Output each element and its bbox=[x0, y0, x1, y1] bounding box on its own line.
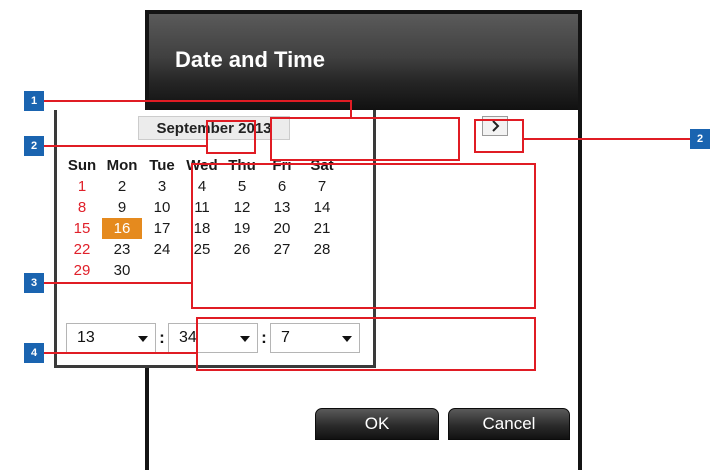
day-cell[interactable]: 9 bbox=[102, 199, 142, 216]
callout-highlight-next bbox=[474, 119, 524, 153]
day-cell[interactable]: 24 bbox=[142, 241, 182, 258]
day-cell[interactable]: 1 bbox=[62, 178, 102, 195]
minute-value: 34 bbox=[179, 329, 197, 346]
day-cell[interactable]: 3 bbox=[142, 178, 182, 195]
day-cell[interactable]: 29 bbox=[62, 262, 102, 279]
callout-badge-3: 3 bbox=[24, 273, 44, 293]
day-cell[interactable]: 2 bbox=[102, 178, 142, 195]
dropdown-arrow-icon bbox=[138, 336, 148, 342]
hour-select[interactable]: 13 bbox=[66, 323, 156, 353]
leader-line-1 bbox=[44, 100, 352, 102]
weekday-tue: Tue bbox=[149, 157, 175, 174]
leader-line-4 bbox=[44, 352, 196, 354]
leader-line-2-right bbox=[524, 138, 690, 140]
day-cell[interactable]: 30 bbox=[102, 262, 142, 279]
callout-badge-2-left: 2 bbox=[24, 136, 44, 156]
callout-badge-2-right: 2 bbox=[690, 129, 710, 149]
callout-badge-1: 1 bbox=[24, 91, 44, 111]
selected-day-cell[interactable]: 16 bbox=[102, 218, 142, 239]
day-cell[interactable]: 23 bbox=[102, 241, 142, 258]
ok-button[interactable]: OK bbox=[315, 408, 439, 440]
leader-line-1-drop bbox=[350, 100, 352, 117]
weekday-mon: Mon bbox=[106, 157, 138, 174]
cancel-button[interactable]: Cancel bbox=[448, 408, 570, 440]
day-cell[interactable]: 22 bbox=[62, 241, 102, 258]
callout-highlight-prev bbox=[206, 120, 256, 154]
day-cell[interactable]: 10 bbox=[142, 199, 182, 216]
weekday-sun: Sun bbox=[67, 157, 97, 174]
time-separator: : bbox=[159, 328, 165, 347]
dialog-title: Date and Time bbox=[175, 47, 325, 72]
callout-highlight-month bbox=[270, 117, 460, 161]
callout-badge-4: 4 bbox=[24, 343, 44, 363]
callout-highlight-calendar bbox=[191, 163, 536, 309]
day-cell[interactable]: 15 bbox=[62, 220, 102, 237]
dialog-header: Date and Time bbox=[149, 14, 578, 110]
day-cell[interactable]: 17 bbox=[142, 220, 182, 237]
hour-value: 13 bbox=[77, 329, 95, 346]
callout-highlight-time bbox=[196, 317, 536, 371]
day-cell[interactable]: 8 bbox=[62, 199, 102, 216]
leader-line-2-left bbox=[44, 145, 206, 147]
leader-line-3 bbox=[44, 282, 191, 284]
